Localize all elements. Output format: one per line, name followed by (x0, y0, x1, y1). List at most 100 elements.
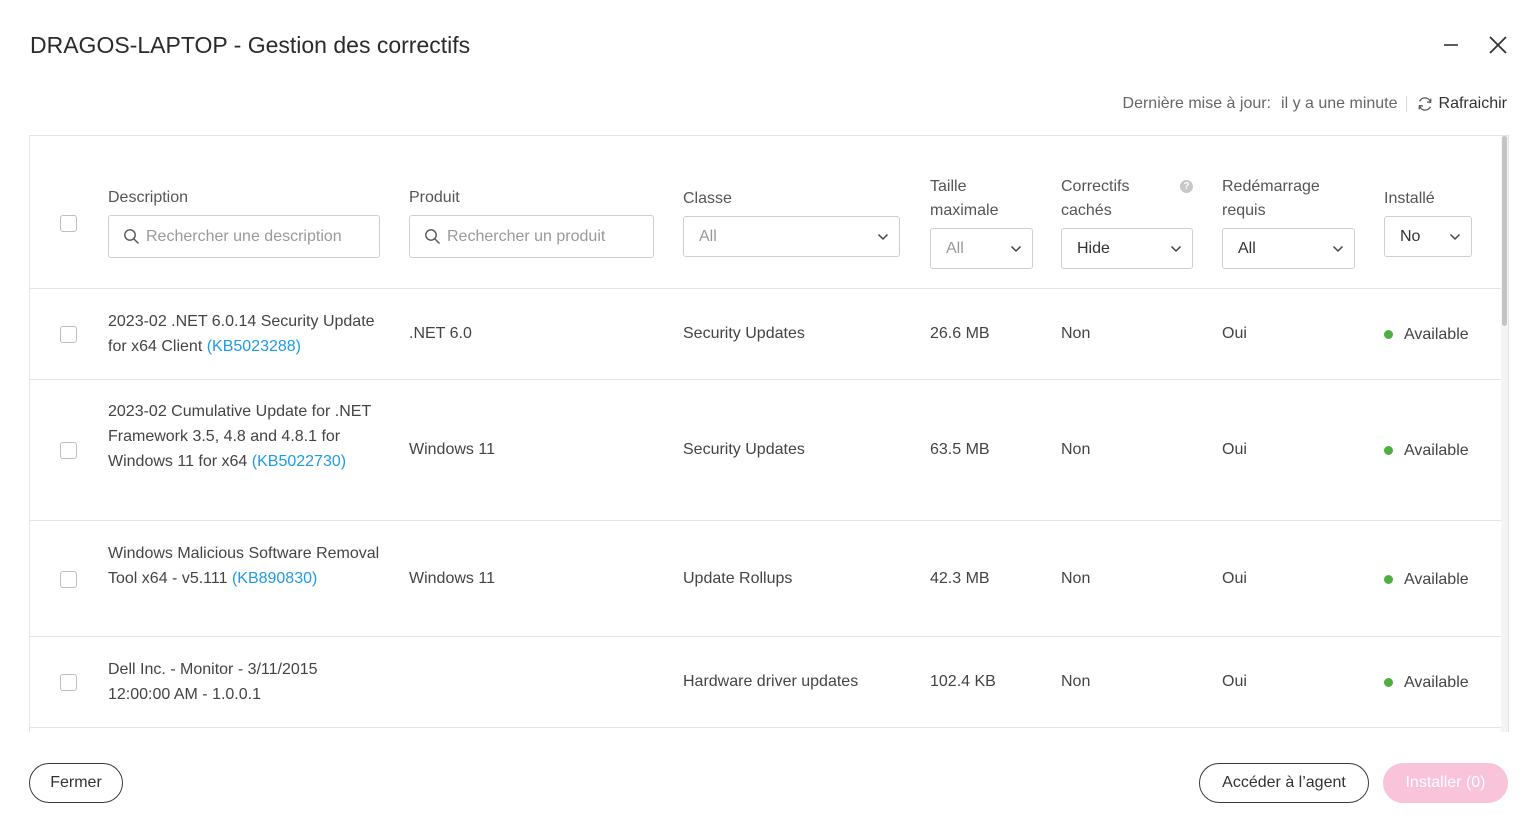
window-title: DRAGOS-LAPTOP - Gestion des correctifs (30, 32, 471, 58)
header-hidden-line2: cachés (1061, 202, 1112, 219)
table-row[interactable]: Windows Malicious Software Removal Tool … (30, 521, 1502, 637)
status-badge: Available (1384, 567, 1469, 592)
row-size: 42.3 MB (930, 570, 990, 587)
patch-table: Description Produit Classe All Taille ma… (29, 135, 1509, 732)
chevron-down-icon (877, 233, 889, 240)
reboot-filter-select[interactable]: All (1222, 228, 1355, 269)
table-scrollbar[interactable] (1501, 136, 1508, 732)
header-description: Description (108, 189, 189, 206)
product-search-input[interactable] (447, 227, 653, 246)
status-dot-icon (1384, 678, 1393, 687)
refresh-icon (1418, 97, 1431, 111)
table-row[interactable]: Dell Inc. - Monitor - 3/11/2015 12:00:00… (30, 637, 1502, 728)
row-product: .NET 6.0 (409, 325, 472, 342)
row-checkbox[interactable] (60, 571, 77, 588)
row-description: 2023-02 Cumulative Update for .NET Frame… (108, 399, 383, 474)
close-icon (1489, 36, 1507, 54)
help-icon[interactable]: ? (1180, 180, 1193, 193)
row-hidden: Non (1061, 325, 1091, 342)
status-text: Available (1404, 442, 1469, 459)
row-reboot: Oui (1222, 325, 1247, 342)
row-hidden: Non (1061, 441, 1091, 458)
header-installed: Installé (1384, 190, 1435, 207)
class-filter-value: All (699, 227, 717, 245)
installed-filter-value: No (1400, 227, 1421, 245)
search-icon (124, 229, 139, 244)
description-search[interactable] (108, 215, 380, 258)
row-product: Windows 11 (409, 570, 495, 587)
last-update-value: il y a une minute (1281, 95, 1398, 112)
header-max-size: Taille maximale (930, 175, 998, 223)
chevron-down-icon (1170, 245, 1182, 252)
row-hidden: Non (1061, 570, 1091, 587)
row-class: Security Updates (683, 325, 805, 342)
row-checkbox[interactable] (60, 674, 77, 691)
product-search[interactable] (409, 215, 654, 258)
table-header: Description Produit Classe All Taille ma… (30, 136, 1502, 289)
header-class: Classe (683, 190, 732, 207)
refresh-label: Rafraichir (1438, 95, 1507, 112)
header-reboot-line1: Redémarrage (1222, 178, 1320, 195)
status-dot-icon (1384, 330, 1393, 339)
description-text: Dell Inc. - Monitor - 3/11/2015 12:00:00… (108, 661, 318, 703)
row-description: Windows Malicious Software Removal Tool … (108, 541, 383, 591)
kb-link[interactable]: (KB5023288) (207, 338, 301, 355)
row-class: Security Updates (683, 441, 805, 458)
row-checkbox[interactable] (60, 442, 77, 459)
header-reboot-required: Redémarrage requis (1222, 175, 1320, 223)
close-window-button[interactable] (1483, 30, 1513, 60)
installed-filter-select[interactable]: No (1384, 216, 1472, 257)
row-description: 2023-02 .NET 6.0.14 Security Update for … (108, 309, 383, 359)
header-max-size-line2: maximale (930, 202, 999, 219)
divider (1405, 96, 1407, 112)
row-size: 102.4 KB (930, 673, 996, 690)
status-text: Available (1404, 571, 1469, 588)
minimize-button[interactable] (1436, 30, 1466, 60)
row-description: Dell Inc. - Monitor - 3/11/2015 12:00:00… (108, 657, 383, 707)
header-reboot-line2: requis (1222, 202, 1266, 219)
description-search-input[interactable] (146, 227, 379, 246)
row-checkbox[interactable] (60, 326, 77, 343)
close-button[interactable]: Fermer (29, 763, 123, 803)
table-row[interactable]: 2023-02 .NET 6.0.14 Security Update for … (30, 289, 1502, 380)
scrollbar-thumb[interactable] (1502, 136, 1507, 326)
hidden-filter-value: Hide (1077, 239, 1110, 257)
chevron-down-icon (1449, 233, 1461, 240)
row-size: 63.5 MB (930, 441, 990, 458)
row-class: Update Rollups (683, 570, 793, 587)
class-filter-select[interactable]: All (683, 216, 900, 257)
status-badge: Available (1384, 438, 1469, 463)
row-size: 26.6 MB (930, 325, 990, 342)
refresh-button[interactable]: Rafraichir (1417, 95, 1507, 113)
hidden-filter-select[interactable]: Hide (1061, 228, 1193, 269)
table-row[interactable]: 2023-02 Cumulative Update for .NET Frame… (30, 380, 1502, 521)
last-update-bar: Dernière mise à jour: il y a une minute … (1123, 93, 1507, 115)
install-button[interactable]: Installer (0) (1383, 763, 1508, 803)
kb-link[interactable]: (KB5022730) (252, 453, 346, 470)
status-text: Available (1404, 674, 1469, 691)
reboot-filter-value: All (1238, 239, 1256, 257)
row-class: Hardware driver updates (683, 673, 859, 690)
row-reboot: Oui (1222, 570, 1247, 587)
minimize-icon (1444, 44, 1458, 46)
row-product: Windows 11 (409, 441, 495, 458)
row-reboot: Oui (1222, 673, 1247, 690)
last-update-label: Dernière mise à jour: (1122, 95, 1272, 112)
chevron-down-icon (1332, 245, 1344, 252)
status-badge: Available (1384, 670, 1469, 695)
select-all-checkbox[interactable] (60, 215, 77, 232)
chevron-down-icon (1010, 245, 1022, 252)
row-hidden: Non (1061, 673, 1091, 690)
kb-link[interactable]: (KB890830) (232, 570, 317, 587)
status-text: Available (1404, 326, 1469, 343)
max-size-filter-select[interactable]: All (930, 228, 1033, 269)
header-hidden-line1: Correctifs (1061, 178, 1130, 195)
status-dot-icon (1384, 446, 1393, 455)
search-icon (425, 229, 440, 244)
go-to-agent-button[interactable]: Accéder à l’agent (1199, 763, 1369, 803)
status-dot-icon (1384, 575, 1393, 584)
header-hidden-patches: Correctifs cachés (1061, 175, 1129, 223)
max-size-filter-value: All (946, 239, 964, 257)
status-badge: Available (1384, 322, 1469, 347)
row-reboot: Oui (1222, 441, 1247, 458)
